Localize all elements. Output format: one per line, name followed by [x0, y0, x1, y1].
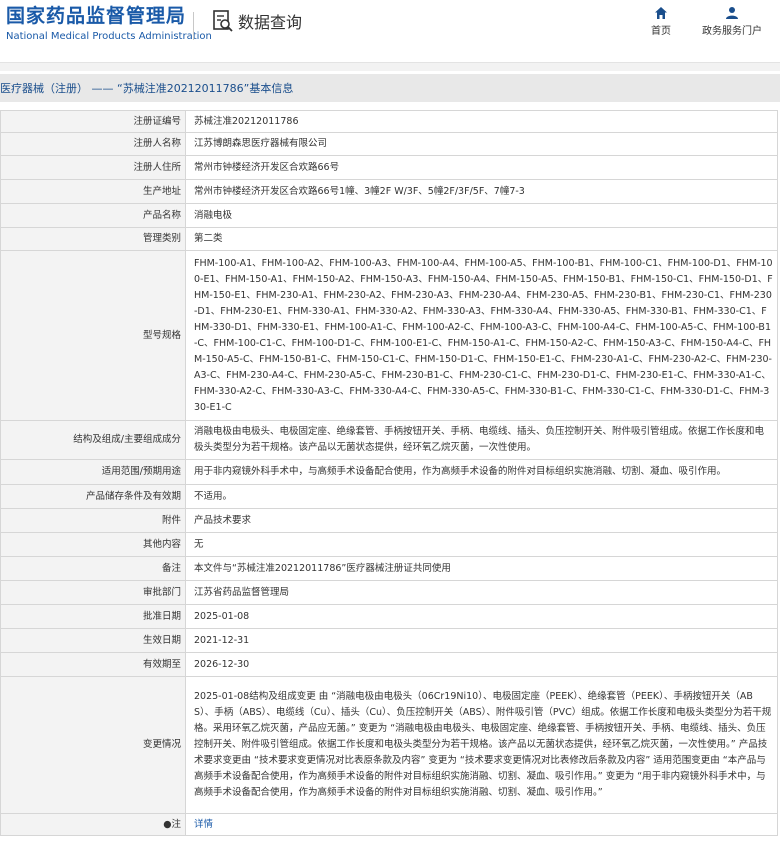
table-row: 生效日期 2021-12-31 [0, 628, 778, 653]
row-label: 附件 [0, 508, 186, 533]
table-row: 批准日期 2025-01-08 [0, 604, 778, 629]
logo-chinese: 国家药品监督管理局 [6, 5, 187, 27]
table-row: 管理类别 第二类 [0, 227, 778, 251]
row-value: 无 [185, 532, 778, 557]
note-row: ●注 详情 [0, 813, 778, 836]
row-value: 常州市钟楼经济开发区合欢路66号1幢、3幢2F W/3F、5幢2F/3F/5F、… [185, 179, 778, 204]
table-row: 型号规格 FHM-100-A1、FHM-100-A2、FHM-100-A3、FH… [0, 250, 778, 421]
row-value: 2026-12-30 [185, 652, 778, 677]
site-header: 国家药品监督管理局 National Medical Products Admi… [0, 0, 780, 62]
home-icon [655, 7, 667, 19]
table-row: 产品储存条件及有效期 不适用。 [0, 484, 778, 509]
note-value-cell: 详情 [185, 813, 778, 836]
logo-english: National Medical Products Administration [6, 31, 212, 42]
row-label: 产品储存条件及有效期 [0, 484, 186, 509]
row-value: 江苏博朗森思医疗器械有限公司 [185, 132, 778, 156]
site-logo[interactable]: 国家药品监督管理局 National Medical Products Admi… [6, 4, 212, 44]
table-row: 其他内容 无 [0, 532, 778, 557]
nav-service-label: 政务服务门户 [702, 26, 762, 37]
table-row: 变更情况 2025-01-08结构及组成变更 由 “消融电极由电极头（06Cr1… [0, 676, 778, 814]
row-label: 型号规格 [0, 250, 186, 421]
row-label: 结构及组成/主要组成成分 [0, 420, 186, 460]
row-label: 适用范围/预期用途 [0, 459, 186, 485]
header-separator [0, 62, 780, 71]
table-row: 附件 产品技术要求 [0, 508, 778, 533]
nav-home[interactable]: 首页 [646, 6, 676, 37]
table-row: 结构及组成/主要组成成分 消融电极由电极头、电极固定座、绝缘套管、手柄按钮开关、… [0, 420, 778, 460]
row-label: 批准日期 [0, 604, 186, 629]
row-label: 变更情况 [0, 676, 186, 814]
row-value: 消融电极 [185, 203, 778, 228]
table-row: 注册人住所 常州市钟楼经济开发区合欢路66号 [0, 155, 778, 180]
row-label: 注册人住所 [0, 155, 186, 180]
row-label: 注册人名称 [0, 132, 186, 156]
table-row: 产品名称 消融电极 [0, 203, 778, 228]
row-value: 用于非内窥镜外科手术中，与高频手术设备配合使用，作为高频手术设备的附件对目标组织… [185, 459, 778, 485]
row-value: 江苏省药品监督管理局 [185, 580, 778, 605]
row-label: 产品名称 [0, 203, 186, 228]
row-value: 常州市钟楼经济开发区合欢路66号 [185, 155, 778, 180]
table-row: 适用范围/预期用途 用于非内窥镜外科手术中，与高频手术设备配合使用，作为高频手术… [0, 459, 778, 485]
table-row: 备注 本文件与“苏械注准20212011786”医疗器械注册证共同使用 [0, 556, 778, 581]
info-table: 注册证编号 苏械注准20212011786 注册人名称 江苏博朗森思医疗器械有限… [0, 110, 778, 836]
row-value: 第二类 [185, 227, 778, 251]
row-value: 苏械注准20212011786 [185, 110, 778, 133]
note-label-cell: ●注 [0, 813, 186, 836]
breadcrumb: 医疗器械（注册） —— “苏械注准20212011786”基本信息 [0, 82, 294, 95]
row-value: 2025-01-08结构及组成变更 由 “消融电极由电极头（06Cr19Ni10… [185, 676, 778, 814]
row-label: 备注 [0, 556, 186, 581]
row-label: 生产地址 [0, 179, 186, 204]
row-label: 管理类别 [0, 227, 186, 251]
row-label: 注册证编号 [0, 110, 186, 133]
user-icon [726, 7, 738, 19]
row-value: 2021-12-31 [185, 628, 778, 653]
row-value: 产品技术要求 [185, 508, 778, 533]
row-value: FHM-100-A1、FHM-100-A2、FHM-100-A3、FHM-100… [185, 250, 778, 421]
header-divider [193, 12, 194, 40]
details-link[interactable]: 详情 [194, 819, 213, 830]
row-value: 2025-01-08 [185, 604, 778, 629]
row-label: 生效日期 [0, 628, 186, 653]
section-title: 数据查询 [238, 13, 303, 32]
data-query-section: 数据查询 [212, 9, 302, 33]
page-title-bar: 医疗器械（注册） —— “苏械注准20212011786”基本信息 [0, 74, 780, 102]
table-row: 审批部门 江苏省药品监督管理局 [0, 580, 778, 605]
note-label: 注 [171, 818, 181, 830]
row-value: 消融电极由电极头、电极固定座、绝缘套管、手柄按钮开关、手柄、电缆线、插头、负压控… [185, 420, 778, 460]
row-value: 不适用。 [185, 484, 778, 509]
row-label: 审批部门 [0, 580, 186, 605]
row-value: 本文件与“苏械注准20212011786”医疗器械注册证共同使用 [185, 556, 778, 581]
table-row: 注册证编号 苏械注准20212011786 [0, 110, 778, 133]
nav-service-portal[interactable]: 政务服务门户 [700, 6, 764, 37]
table-row: 注册人名称 江苏博朗森思医疗器械有限公司 [0, 132, 778, 156]
row-label: 其他内容 [0, 532, 186, 557]
table-row: 有效期至 2026-12-30 [0, 652, 778, 677]
table-row: 生产地址 常州市钟楼经济开发区合欢路66号1幢、3幢2F W/3F、5幢2F/3… [0, 179, 778, 204]
row-label: 有效期至 [0, 652, 186, 677]
magnifier-document-icon [213, 10, 233, 32]
nav-home-label: 首页 [651, 26, 671, 37]
